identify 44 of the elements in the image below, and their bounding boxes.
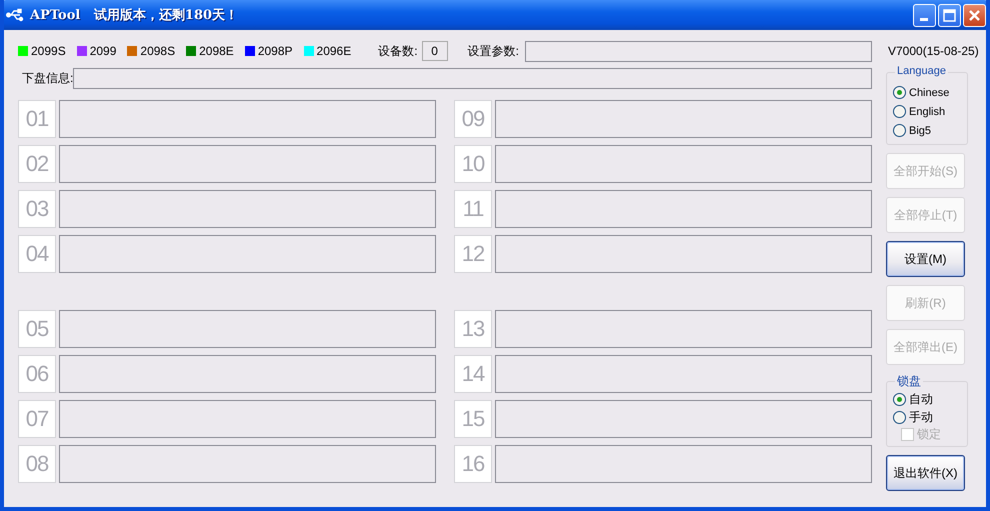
settings-params-label: 设置参数: bbox=[468, 42, 519, 60]
slot-number: 11 bbox=[454, 190, 492, 228]
minimize-icon bbox=[920, 18, 928, 20]
device-count-label: 设备数: bbox=[378, 42, 418, 60]
slot-number: 10 bbox=[454, 145, 492, 183]
usb-icon bbox=[6, 8, 24, 22]
slot-number: 16 bbox=[454, 445, 492, 483]
slot-number: 09 bbox=[454, 100, 492, 138]
slot-number: 05 bbox=[18, 310, 56, 348]
legend-label: 2098E bbox=[199, 44, 234, 58]
group-title: Language bbox=[895, 65, 948, 77]
radio-button[interactable]: 自动 bbox=[893, 390, 967, 408]
disk-info-field[interactable] bbox=[73, 68, 872, 88]
slot-number: 01 bbox=[18, 100, 56, 138]
disk-info-label: 下盘信息: bbox=[22, 70, 74, 86]
slot-number: 14 bbox=[454, 355, 492, 393]
action-button[interactable]: 设置(M) bbox=[886, 241, 965, 277]
close-button[interactable] bbox=[963, 4, 986, 26]
legend-label: 2098S bbox=[140, 44, 176, 58]
radio-button[interactable]: English bbox=[893, 102, 967, 121]
legend-label: 2099S bbox=[31, 44, 66, 58]
slot-number: 03 bbox=[18, 190, 56, 228]
device-count-value: 0 bbox=[422, 41, 448, 61]
group-title: 锁盘 bbox=[895, 373, 923, 390]
maximize-button[interactable] bbox=[938, 4, 961, 26]
slot-number: 12 bbox=[454, 235, 492, 273]
legend-label: 2098P bbox=[258, 44, 293, 58]
radio-button[interactable]: 手动 bbox=[893, 408, 967, 426]
slot-number: 02 bbox=[18, 145, 56, 183]
version-label: V7000(15-08-25) bbox=[888, 43, 979, 60]
slot-number: 08 bbox=[18, 445, 56, 483]
window-title: APTool 试用版本，还剩180天！ bbox=[30, 7, 238, 24]
slot-number: 07 bbox=[18, 400, 56, 438]
radio-button[interactable]: Chinese bbox=[893, 83, 967, 102]
slot-number: 04 bbox=[18, 235, 56, 273]
legend-label: 2099 bbox=[90, 44, 116, 58]
minimize-button[interactable] bbox=[913, 4, 936, 26]
slot-number: 15 bbox=[454, 400, 492, 438]
legend-label: 2096E bbox=[316, 44, 352, 58]
radio-button[interactable]: Big5 bbox=[893, 121, 967, 140]
slot-number: 13 bbox=[454, 310, 492, 348]
exit-button[interactable]: 退出软件(X) bbox=[886, 455, 965, 491]
settings-params-field[interactable] bbox=[524, 40, 872, 62]
slot-number: 06 bbox=[18, 355, 56, 393]
